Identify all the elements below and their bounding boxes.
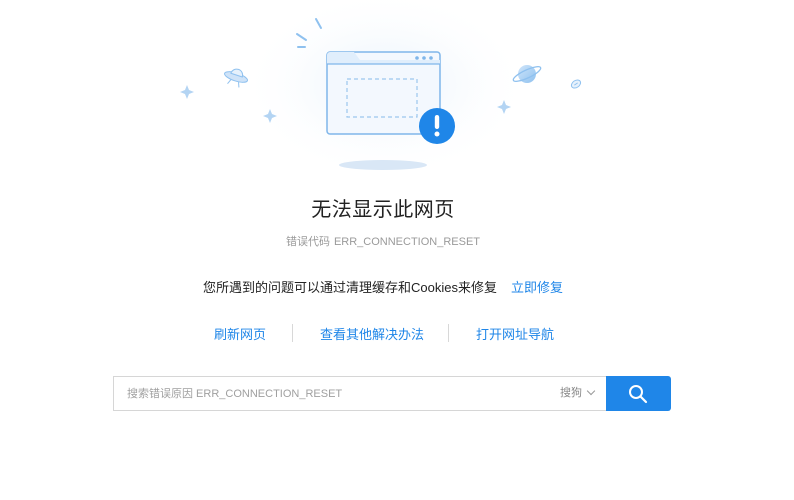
other-solutions-link[interactable]: 查看其他解决办法 bbox=[320, 324, 424, 343]
chevron-down-icon bbox=[586, 386, 596, 396]
alert-icon bbox=[419, 108, 455, 144]
fix-hint: 您所遇到的问题可以通过清理缓存和Cookies来修复 立即修复 bbox=[0, 277, 766, 296]
search-icon bbox=[629, 385, 648, 404]
comet-icon bbox=[570, 79, 582, 89]
divider bbox=[448, 324, 449, 342]
error-code-line: 错误代码 ERR_CONNECTION_RESET bbox=[0, 233, 766, 249]
open-nav-link[interactable]: 打开网址导航 bbox=[476, 324, 554, 343]
fix-hint-text: 您所遇到的问题可以通过清理缓存和Cookies来修复 bbox=[203, 280, 497, 295]
page-title: 无法显示此网页 bbox=[311, 199, 455, 221]
refresh-page-link[interactable]: 刷新网页 bbox=[214, 324, 266, 343]
search-engine-select[interactable]: 搜狗 bbox=[560, 377, 596, 410]
fix-now-link[interactable]: 立即修复 bbox=[511, 280, 563, 295]
broken-page-illustration bbox=[180, 0, 582, 180]
search-box: 搜狗 bbox=[113, 376, 606, 411]
error-page: 无法显示此网页 错误代码 ERR_CONNECTION_RESET 您所遇到的问题… bbox=[0, 0, 794, 500]
search-button[interactable] bbox=[606, 376, 671, 411]
shadow-ellipse bbox=[339, 160, 427, 170]
search-engine-label: 搜狗 bbox=[560, 387, 582, 399]
search-input[interactable] bbox=[114, 377, 534, 410]
divider bbox=[292, 324, 293, 342]
action-links: 刷新网页 查看其他解决办法 打开网址导航 bbox=[0, 324, 794, 344]
error-code-label: 错误代码 bbox=[285, 236, 330, 248]
error-code-value: ERR_CONNECTION_RESET bbox=[333, 236, 481, 248]
